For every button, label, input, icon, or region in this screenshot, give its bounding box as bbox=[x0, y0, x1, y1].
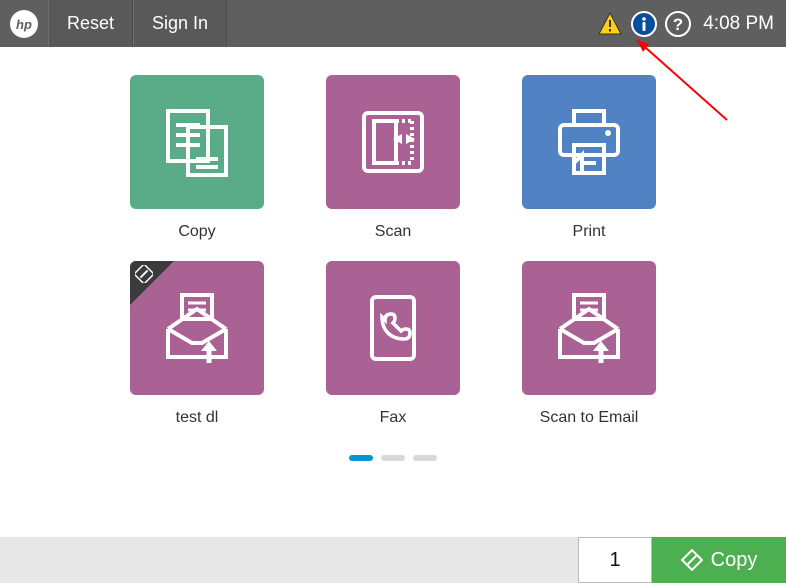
tile-label: Scan bbox=[375, 223, 411, 241]
copy-start-label: Copy bbox=[711, 549, 758, 572]
app-tile-scan-to-email[interactable]: Scan to Email bbox=[510, 261, 668, 427]
header-bar: hp Reset Sign In ? 4:08 PM bbox=[0, 0, 786, 47]
quickset-badge-icon bbox=[135, 265, 153, 283]
svg-text:?: ? bbox=[673, 15, 683, 34]
clock: 4:08 PM bbox=[699, 13, 786, 35]
home-screen: Copy Scan Print bbox=[0, 47, 786, 461]
tile-label: test dl bbox=[176, 409, 219, 427]
print-icon bbox=[522, 75, 656, 209]
copy-start-button[interactable]: Copy bbox=[652, 537, 786, 583]
page-dot[interactable] bbox=[381, 455, 405, 461]
hp-logo: hp bbox=[0, 0, 48, 47]
warning-icon[interactable] bbox=[597, 11, 623, 37]
scan-icon bbox=[326, 75, 460, 209]
footer-bar: 1 Copy bbox=[0, 537, 786, 583]
svg-text:hp: hp bbox=[16, 17, 32, 32]
info-icon[interactable] bbox=[631, 11, 657, 37]
page-dot[interactable] bbox=[349, 455, 373, 461]
copies-input[interactable]: 1 bbox=[578, 537, 652, 583]
help-icon[interactable]: ? bbox=[665, 11, 691, 37]
copy-icon bbox=[130, 75, 264, 209]
tile-label: Fax bbox=[380, 409, 407, 427]
fax-icon bbox=[326, 261, 460, 395]
email-up-icon bbox=[522, 261, 656, 395]
reset-button[interactable]: Reset bbox=[48, 0, 133, 47]
email-up-icon bbox=[130, 261, 264, 395]
tile-label: Print bbox=[573, 223, 606, 241]
app-tile-fax[interactable]: Fax bbox=[314, 261, 472, 427]
tile-label: Copy bbox=[178, 223, 215, 241]
app-tile-test-dl[interactable]: test dl bbox=[118, 261, 276, 427]
app-tile-scan[interactable]: Scan bbox=[314, 75, 472, 241]
page-indicator[interactable] bbox=[0, 455, 786, 461]
app-tile-print[interactable]: Print bbox=[510, 75, 668, 241]
page-dot[interactable] bbox=[413, 455, 437, 461]
app-tile-copy[interactable]: Copy bbox=[118, 75, 276, 241]
tile-label: Scan to Email bbox=[540, 409, 639, 427]
signin-button[interactable]: Sign In bbox=[133, 0, 227, 47]
